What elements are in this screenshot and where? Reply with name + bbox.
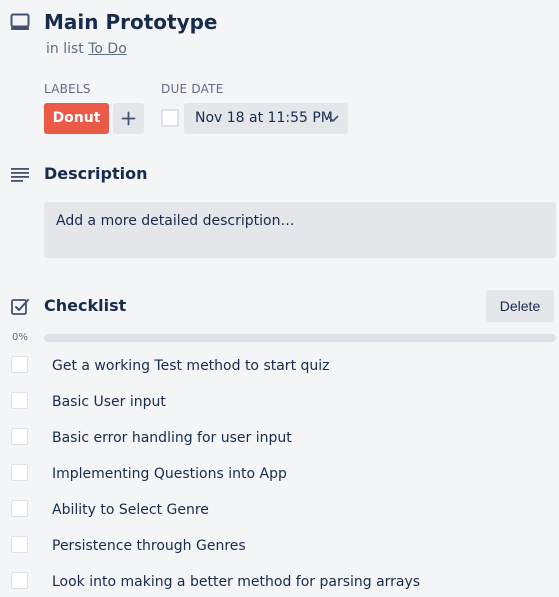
description-input[interactable]: Add a more detailed description… [44,202,556,258]
checklist-item-checkbox[interactable] [11,428,28,445]
checklist-item-checkbox[interactable] [11,572,28,589]
checklist-item: Ability to Select Genre [0,500,559,532]
label-donut[interactable]: Donut [44,103,109,134]
due-date-heading: DUE DATE [161,82,224,96]
labels-heading: LABELS [44,82,91,96]
checklist-icon [11,299,29,315]
checklist-item-checkbox[interactable] [11,536,28,553]
checklist-item-text[interactable]: Get a working Test method to start quiz [52,357,330,375]
checklist-item-checkbox[interactable] [11,356,28,373]
in-list-prefix: in list [46,41,84,57]
checklist-item-text[interactable]: Basic error handling for user input [52,429,292,447]
description-icon [11,168,29,182]
card-title[interactable]: Main Prototype [44,9,218,35]
checklist-item-text[interactable]: Look into making a better method for par… [52,573,420,591]
checklist-progress-bar [44,334,556,342]
due-date-value: Nov 18 at 11:55 PM [195,110,333,126]
chevron-down-icon [327,115,339,122]
card-detail: Main Prototype in list To Do LABELS Donu… [0,0,559,597]
card-list-info: in list To Do [46,40,127,58]
checklist-item-text[interactable]: Implementing Questions into App [52,465,287,483]
checklist-item-text[interactable]: Basic User input [52,393,166,411]
checklist-item: Implementing Questions into App [0,464,559,496]
checklist-item-checkbox[interactable] [11,464,28,481]
checklist-heading[interactable]: Checklist [44,296,126,316]
card-icon [10,13,30,30]
plus-icon [121,111,136,126]
checklist-item: Get a working Test method to start quiz [0,356,559,388]
checklist-item-text[interactable]: Persistence through Genres [52,537,246,555]
checklist-item: Basic error handling for user input [0,428,559,460]
delete-checklist-button[interactable]: Delete [486,290,554,322]
checklist-item-checkbox[interactable] [11,500,28,517]
list-link[interactable]: To Do [88,41,127,57]
add-label-button[interactable] [113,103,144,134]
checklist-item: Look into making a better method for par… [0,572,559,597]
description-placeholder: Add a more detailed description… [56,213,295,229]
due-date-button[interactable]: Nov 18 at 11:55 PM [184,103,348,134]
description-heading: Description [44,164,148,183]
checklist-item: Persistence through Genres [0,536,559,568]
due-date-complete-checkbox[interactable] [161,109,179,127]
checklist-item-text[interactable]: Ability to Select Genre [52,501,209,519]
checklist-progress-percent: 0% [12,332,28,343]
checklist-item-checkbox[interactable] [11,392,28,409]
checklist-item: Basic User input [0,392,559,424]
